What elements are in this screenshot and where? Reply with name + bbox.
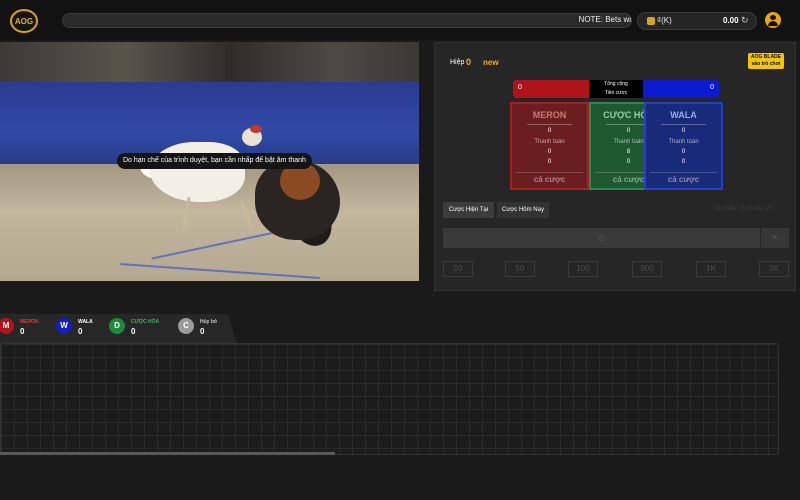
announcement-text: NOTE: Bets wi — [578, 15, 631, 24]
wallet-currency: ₫(K) — [657, 16, 672, 25]
result-wala-icon: W — [56, 318, 72, 334]
refresh-icon[interactable]: ↻ — [741, 15, 749, 26]
result-wala-label: WALA — [78, 319, 93, 325]
round-status: new — [483, 58, 499, 67]
result-draw-count: 0 — [131, 327, 136, 336]
tab-today-bets[interactable]: Cược Hôm Nay — [497, 202, 549, 218]
column-amount: 0 — [681, 128, 686, 134]
total-wala-value: 0 — [710, 84, 714, 91]
column-my-bet: 0 — [547, 159, 552, 165]
chip-button[interactable]: 20 — [443, 261, 473, 277]
result-cancel-label: Hủy bỏ — [200, 319, 217, 325]
wallet-balance: 0.00 — [723, 16, 739, 25]
bet-column-meron[interactable]: MERON 0 Thanh toán 0 0 cả cược — [510, 102, 589, 190]
aog-blade-badge[interactable]: AOG BLADE vào trò chơi — [748, 53, 784, 69]
column-my-bet: 0 — [681, 159, 686, 165]
results-summary: M MERON 0 W WALA 0 D CƯỢC HÒA 0 C Hủy bỏ… — [0, 314, 237, 344]
column-divider — [527, 124, 572, 125]
total-label-line: Tổng cộng — [604, 81, 628, 87]
top-bar: AOG NOTE: Bets wi ₫(K) 0.00 ↻ — [0, 0, 800, 40]
result-meron-label: MERON — [20, 319, 39, 325]
result-meron-icon: M — [0, 318, 14, 334]
video-rooster-white — [150, 142, 245, 202]
total-label-line: Tiền cược — [604, 90, 628, 96]
badge-line: vào trò chơi — [751, 61, 781, 67]
column-payout-label: Thanh toán — [668, 139, 699, 145]
chip-button[interactable]: 1K — [696, 261, 726, 277]
column-amount: 0 — [547, 128, 552, 134]
total-meron-segment: 0 — [513, 80, 589, 98]
column-payout: 0 — [547, 149, 552, 155]
bet-amount-input[interactable]: 0 — [443, 228, 760, 248]
wallet-icon — [647, 17, 655, 25]
results-roadmap-grid[interactable] — [0, 343, 779, 455]
result-wala-count: 0 — [78, 327, 83, 336]
chip-button[interactable]: 2K — [759, 261, 789, 277]
chip-button[interactable]: 50 — [505, 261, 535, 277]
total-meron-value: 0 — [518, 84, 522, 91]
chip-button[interactable]: 500 — [632, 261, 662, 277]
bet-wala-button[interactable]: cả cược — [650, 172, 717, 186]
total-wala-segment: 0 — [643, 80, 719, 98]
column-payout-label: Thanh toán — [534, 139, 565, 145]
bet-column-wala[interactable]: WALA 0 Thanh toán 0 0 cả cược — [644, 102, 723, 190]
announcement-bar: NOTE: Bets wi — [62, 13, 632, 28]
app-root: AOG NOTE: Bets wi ₫(K) 0.00 ↻ Do hạn chế… — [0, 0, 800, 500]
result-cancel-count: 0 — [200, 327, 205, 336]
column-payout: 0 — [681, 149, 686, 155]
roadmap-scrollbar[interactable] — [0, 452, 335, 455]
wallet-balance-box[interactable]: ₫(K) 0.00 ↻ — [637, 12, 757, 30]
bet-panel: Hiệp 0 new AOG BLADE vào trò chơi 0 Tổng… — [434, 42, 796, 291]
round-label: Hiệp — [450, 59, 465, 66]
user-icon[interactable] — [765, 12, 781, 28]
column-divider — [661, 124, 706, 125]
live-video[interactable]: Do hạn chế của trình duyệt, bạn cần nhấp… — [0, 42, 419, 281]
total-bets-bar: 0 Tổng cộng Tiền cược 0 — [513, 80, 719, 98]
aog-logo[interactable]: AOG — [10, 9, 38, 33]
bet-meron-button[interactable]: cả cược — [516, 172, 583, 186]
round-number: 0 — [466, 57, 472, 67]
sound-notice[interactable]: Do hạn chế của trình duyệt, bạn cần nhấp… — [117, 153, 312, 169]
video-crowd — [0, 42, 419, 82]
chip-button[interactable]: 100 — [568, 261, 598, 277]
result-cancel-icon: C — [178, 318, 194, 334]
clear-amount-button[interactable]: ✕ — [761, 228, 789, 248]
tab-current-bets[interactable]: Cược Hiện Tại — [443, 202, 494, 218]
video-rooster-comb — [250, 125, 262, 133]
column-title: MERON — [532, 110, 567, 120]
result-draw-icon: D — [109, 318, 125, 334]
badge-line: AOG BLADE — [751, 54, 781, 60]
total-bets-label: Tổng cộng Tiền cược — [589, 80, 643, 98]
result-draw-label: CƯỢC HÒA — [131, 319, 160, 325]
column-title: WALA — [670, 110, 697, 120]
result-meron-count: 0 — [20, 327, 25, 336]
bet-limit-hint: tối thiểu: 20 tối đa: 20 — [715, 206, 773, 212]
